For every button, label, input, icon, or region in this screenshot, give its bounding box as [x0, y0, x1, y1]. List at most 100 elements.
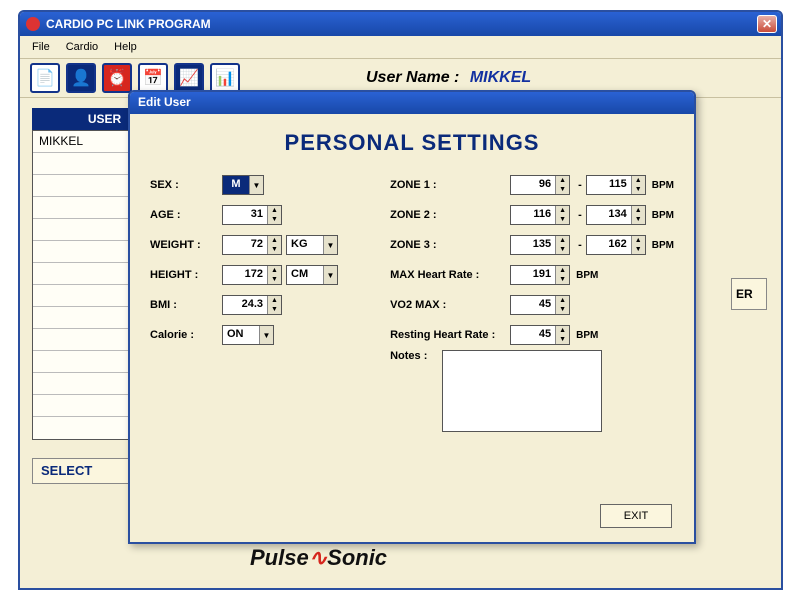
- sex-label: SEX :: [150, 179, 222, 191]
- toolbar-calendar-icon[interactable]: 📅: [138, 63, 168, 93]
- down-arrow-icon[interactable]: ▼: [556, 305, 569, 314]
- toolbar-user-icon[interactable]: 👤: [66, 63, 96, 93]
- zone3-high-stepper[interactable]: 162▲▼: [586, 235, 646, 255]
- zone3-high-value: 162: [587, 236, 631, 254]
- zone1-high-stepper[interactable]: 115▲▼: [586, 175, 646, 195]
- down-arrow-icon[interactable]: ▼: [268, 245, 281, 254]
- zone2-low-stepper[interactable]: 116▲▼: [510, 205, 570, 225]
- up-arrow-icon[interactable]: ▲: [556, 326, 569, 335]
- zone1-low-stepper[interactable]: 96▲▼: [510, 175, 570, 195]
- height-unit-select[interactable]: CM ▼: [286, 265, 338, 285]
- maxhr-stepper[interactable]: 191▲▼: [510, 265, 570, 285]
- zone3-low-stepper[interactable]: 135▲▼: [510, 235, 570, 255]
- maxhr-value: 191: [511, 266, 555, 284]
- zone2-low-value: 116: [511, 206, 555, 224]
- chevron-down-icon[interactable]: ▼: [323, 236, 337, 254]
- height-unit-value: CM: [287, 266, 323, 284]
- up-arrow-icon[interactable]: ▲: [556, 206, 569, 215]
- toolbar-chart-icon[interactable]: 📈: [174, 63, 204, 93]
- zone3-low-value: 135: [511, 236, 555, 254]
- resthr-label: Resting Heart Rate :: [390, 329, 510, 341]
- menu-file[interactable]: File: [26, 39, 56, 55]
- app-icon: [26, 17, 40, 31]
- toolbar-user-label: User Name : MIKKEL: [366, 69, 531, 87]
- maxhr-label: MAX Heart Rate :: [390, 269, 510, 281]
- bmi-value: 24.3: [223, 296, 267, 314]
- menu-cardio[interactable]: Cardio: [60, 39, 104, 55]
- up-arrow-icon[interactable]: ▲: [268, 266, 281, 275]
- exit-button[interactable]: EXIT: [600, 504, 672, 528]
- up-arrow-icon[interactable]: ▲: [268, 206, 281, 215]
- zone1-high-value: 115: [587, 176, 631, 194]
- chevron-down-icon[interactable]: ▼: [259, 326, 273, 344]
- down-arrow-icon[interactable]: ▼: [556, 275, 569, 284]
- down-arrow-icon[interactable]: ▼: [632, 245, 645, 254]
- bpm-unit: BPM: [576, 330, 598, 341]
- calorie-value: ON: [223, 326, 259, 344]
- up-arrow-icon[interactable]: ▲: [268, 236, 281, 245]
- sex-select[interactable]: M ▼: [222, 175, 264, 195]
- down-arrow-icon[interactable]: ▼: [556, 215, 569, 224]
- age-label: AGE :: [150, 209, 222, 221]
- chevron-down-icon[interactable]: ▼: [323, 266, 337, 284]
- down-arrow-icon[interactable]: ▼: [556, 185, 569, 194]
- zone2-high-stepper[interactable]: 134▲▼: [586, 205, 646, 225]
- close-icon[interactable]: ✕: [757, 15, 777, 33]
- age-stepper[interactable]: 31 ▲▼: [222, 205, 282, 225]
- down-arrow-icon[interactable]: ▼: [556, 335, 569, 344]
- down-arrow-icon[interactable]: ▼: [556, 245, 569, 254]
- menu-help[interactable]: Help: [108, 39, 143, 55]
- down-arrow-icon[interactable]: ▼: [268, 215, 281, 224]
- up-arrow-icon[interactable]: ▲: [632, 236, 645, 245]
- zone2-high-value: 134: [587, 206, 631, 224]
- titlebar: CARDIO PC LINK PROGRAM ✕: [20, 12, 781, 36]
- range-dash: -: [578, 179, 582, 191]
- weight-stepper[interactable]: 72 ▲▼: [222, 235, 282, 255]
- down-arrow-icon[interactable]: ▼: [632, 215, 645, 224]
- weight-unit-value: KG: [287, 236, 323, 254]
- zone1-label: ZONE 1 :: [390, 179, 510, 191]
- notes-textarea[interactable]: [442, 350, 602, 432]
- height-stepper[interactable]: 172 ▲▼: [222, 265, 282, 285]
- down-arrow-icon[interactable]: ▼: [268, 275, 281, 284]
- weight-value: 72: [223, 236, 267, 254]
- toolbar-stats-icon[interactable]: 📊: [210, 63, 240, 93]
- calorie-label: Calorie :: [150, 329, 222, 341]
- range-dash: -: [578, 209, 582, 221]
- toolbar-new-icon[interactable]: 📄: [30, 63, 60, 93]
- zone1-low-value: 96: [511, 176, 555, 194]
- edit-user-dialog: Edit User PERSONAL SETTINGS SEX : M ▼ AG…: [128, 90, 696, 544]
- up-arrow-icon[interactable]: ▲: [632, 176, 645, 185]
- calorie-select[interactable]: ON ▼: [222, 325, 274, 345]
- vo2-stepper[interactable]: 45▲▼: [510, 295, 570, 315]
- height-value: 172: [223, 266, 267, 284]
- up-arrow-icon[interactable]: ▲: [556, 296, 569, 305]
- height-label: HEIGHT :: [150, 269, 222, 281]
- username-label: User Name :: [366, 69, 459, 86]
- vo2-value: 45: [511, 296, 555, 314]
- notes-label: Notes :: [390, 350, 442, 362]
- up-arrow-icon[interactable]: ▲: [268, 296, 281, 305]
- down-arrow-icon[interactable]: ▼: [268, 305, 281, 314]
- weight-label: WEIGHT :: [150, 239, 222, 251]
- sex-value: M: [223, 176, 249, 194]
- partial-button[interactable]: ER: [731, 278, 767, 310]
- up-arrow-icon[interactable]: ▲: [556, 236, 569, 245]
- up-arrow-icon[interactable]: ▲: [556, 266, 569, 275]
- down-arrow-icon[interactable]: ▼: [632, 185, 645, 194]
- bmi-stepper[interactable]: 24.3 ▲▼: [222, 295, 282, 315]
- toolbar-clock-icon[interactable]: ⏰: [102, 63, 132, 93]
- bpm-unit: BPM: [576, 270, 598, 281]
- chevron-down-icon[interactable]: ▼: [249, 176, 263, 194]
- up-arrow-icon[interactable]: ▲: [556, 176, 569, 185]
- resthr-stepper[interactable]: 45▲▼: [510, 325, 570, 345]
- select-button[interactable]: SELECT: [32, 458, 132, 484]
- range-dash: -: [578, 239, 582, 251]
- resthr-value: 45: [511, 326, 555, 344]
- dialog-title: Edit User: [130, 92, 694, 114]
- dialog-heading: PERSONAL SETTINGS: [130, 114, 694, 170]
- weight-unit-select[interactable]: KG ▼: [286, 235, 338, 255]
- brand-logo: Pulse∿Sonic: [250, 545, 387, 571]
- up-arrow-icon[interactable]: ▲: [632, 206, 645, 215]
- zone2-label: ZONE 2 :: [390, 209, 510, 221]
